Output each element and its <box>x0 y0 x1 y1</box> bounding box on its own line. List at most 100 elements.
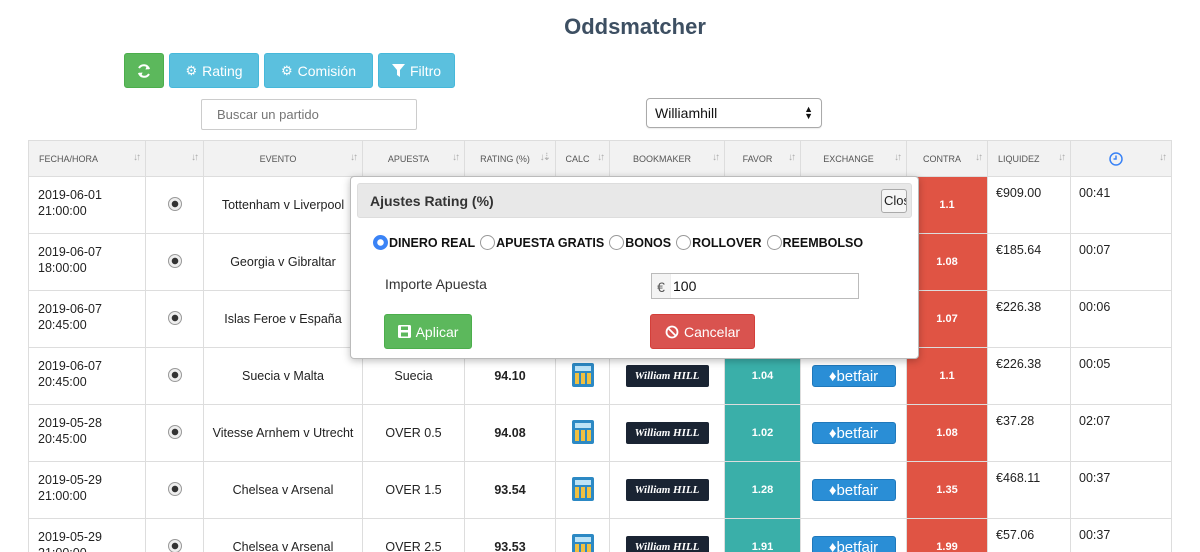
sort-icon: ↓↑ <box>452 152 460 163</box>
comision-button-label: Comisión <box>297 62 356 79</box>
event-cell: Vitesse Arnhem v Utrecht <box>203 404 363 462</box>
sort-icon: ↓⇣ <box>539 152 551 163</box>
radio-apuesta-gratis[interactable] <box>480 235 496 250</box>
radio-label-dinero-real: DINERO REAL <box>389 235 476 250</box>
updated-cell: 00:06 <box>1070 290 1172 348</box>
stake-field[interactable]: € 100 <box>651 273 859 299</box>
column-header-date[interactable]: FECHA/HORA ↓↑ <box>28 140 146 177</box>
table-row[interactable]: 2019-05-2921:00:00 Chelsea v ArsenalOVER … <box>28 518 1172 552</box>
calculator-icon[interactable] <box>571 362 594 387</box>
updated-cell: 00:41 <box>1070 176 1172 234</box>
liquidity-cell: €57.06 <box>987 518 1071 552</box>
betfair-logo[interactable]: ♦betfair <box>811 365 896 387</box>
column-header-liquidity[interactable]: LIQUIDEZ ↓↑ <box>987 140 1071 177</box>
betfair-logo[interactable]: ♦betfair <box>811 422 896 444</box>
ban-icon <box>665 325 679 338</box>
radio-bonos[interactable] <box>609 235 625 250</box>
updated-cell: 00:05 <box>1070 347 1172 405</box>
column-header-event[interactable]: EVENTO ↓↑ <box>203 140 363 177</box>
column-header-bookmaker[interactable]: BOOKMAKER ↓↑ <box>609 140 725 177</box>
liquidity-cell: €909.00 <box>987 176 1071 234</box>
williamhill-logo[interactable]: William HILL <box>625 422 709 444</box>
calculator-icon[interactable] <box>571 419 594 444</box>
football-icon <box>167 481 182 496</box>
rating-button[interactable]: ⚙ Rating <box>169 53 259 88</box>
sort-icon: ↓↑ <box>133 152 141 163</box>
rating-cell: 94.08 <box>464 404 556 462</box>
bookmaker-select[interactable]: Williamhill ▲ ▼ <box>646 98 822 128</box>
radio-dinero-real[interactable] <box>373 235 388 250</box>
sort-icon: ↓↑ <box>788 152 796 163</box>
sort-icon: ↓↑ <box>597 152 605 163</box>
sport-cell <box>145 290 204 348</box>
exchange-cell: ♦betfair <box>800 404 907 462</box>
column-header-rating[interactable]: RATING (%) ↓⇣ <box>464 140 556 177</box>
updated-cell: 00:37 <box>1070 461 1172 519</box>
sort-icon: ↓↑ <box>191 152 199 163</box>
clock-icon <box>1109 151 1123 166</box>
column-header-contra[interactable]: CONTRA ↓↑ <box>906 140 988 177</box>
apply-button[interactable]: Aplicar <box>384 314 472 349</box>
radio-label-rollover: ROLLOVER <box>692 235 762 250</box>
updated-cell: 00:37 <box>1070 518 1172 552</box>
sort-icon: ↓↑ <box>975 152 983 163</box>
bookmaker-cell: William HILL <box>609 518 725 552</box>
sport-cell <box>145 461 204 519</box>
bookmaker-cell: William HILL <box>609 461 725 519</box>
contra-odds-cell: 1.99 <box>906 518 988 552</box>
select-arrows-icon: ▲ ▼ <box>804 104 813 121</box>
refresh-icon <box>138 63 150 78</box>
event-cell: Chelsea v Arsenal <box>203 518 363 552</box>
sport-cell <box>145 404 204 462</box>
column-header-bet[interactable]: APUESTA ↓↑ <box>362 140 465 177</box>
modal-close-button[interactable]: Close <box>881 189 907 213</box>
bet-type-radio-group: DINERO REAL APUESTA GRATIS BONOS ROLLOVE… <box>373 235 863 250</box>
filtro-button-label: Filtro <box>409 62 442 79</box>
refresh-button[interactable] <box>124 53 164 88</box>
liquidity-cell: €37.28 <box>987 404 1071 462</box>
filter-icon <box>391 64 405 77</box>
radio-rollover[interactable] <box>676 235 692 250</box>
stake-value[interactable]: 100 <box>671 278 696 294</box>
football-icon <box>167 253 182 268</box>
sport-cell <box>145 518 204 552</box>
toolbar: ⚙ Rating ⚙ Comisión Filtro <box>124 53 455 88</box>
column-header-updated[interactable]: ↓↑ <box>1070 140 1172 177</box>
column-header-exchange[interactable]: EXCHANGE ↓↑ <box>800 140 907 177</box>
williamhill-logo[interactable]: William HILL <box>625 536 709 552</box>
table-row[interactable]: 2019-05-28 20:45:00 Vitesse Arnhem v Utrec… <box>28 404 1172 462</box>
calculator-icon[interactable] <box>571 476 594 501</box>
sort-icon: ↓↑ <box>894 152 902 163</box>
save-icon <box>397 325 411 338</box>
contra-odds-cell: 1.08 <box>906 404 988 462</box>
williamhill-logo[interactable]: William HILL <box>625 365 709 387</box>
rating-button-label: Rating <box>202 62 243 79</box>
cancel-button[interactable]: Cancelar <box>650 314 755 349</box>
column-header-calc[interactable]: CALC ↓↑ <box>555 140 610 177</box>
table-row[interactable]: 2019-05-2921:00:00 Chelsea v ArsenalOVER … <box>28 461 1172 519</box>
date-cell: 2019-06-07 18:00:00 <box>28 233 146 291</box>
liquidity-cell: €226.38 <box>987 290 1071 348</box>
column-header-sport[interactable]: ↓↑ <box>145 140 204 177</box>
favor-odds-cell: 1.91 <box>724 518 801 552</box>
comision-button[interactable]: ⚙ Comisión <box>264 53 373 88</box>
filtro-button[interactable]: Filtro <box>378 53 455 88</box>
cogs-icon: ⚙ <box>280 62 293 78</box>
sport-cell <box>145 347 204 405</box>
betfair-logo[interactable]: ♦betfair <box>811 479 896 501</box>
radio-label-apuesta-gratis: APUESTA GRATIS <box>496 235 605 250</box>
favor-odds-cell: 1.02 <box>724 404 801 462</box>
calculator-icon[interactable] <box>571 533 594 552</box>
williamhill-logo[interactable]: William HILL <box>625 479 709 501</box>
search-input[interactable] <box>201 99 417 130</box>
event-cell: Chelsea v Arsenal <box>203 461 363 519</box>
event-cell: Georgia v Gibraltar <box>203 233 363 291</box>
betfair-logo[interactable]: ♦betfair <box>811 536 896 552</box>
bookmaker-cell: William HILL <box>609 404 725 462</box>
modal-title: Ajustes Rating (%) <box>370 192 494 209</box>
date-cell: 2019-05-2921:00:00 <box>28 518 146 552</box>
stake-label: Importe Apuesta <box>385 276 487 292</box>
football-icon <box>167 367 182 382</box>
radio-reembolso[interactable] <box>766 235 782 250</box>
column-header-favor[interactable]: FAVOR ↓↑ <box>724 140 801 177</box>
